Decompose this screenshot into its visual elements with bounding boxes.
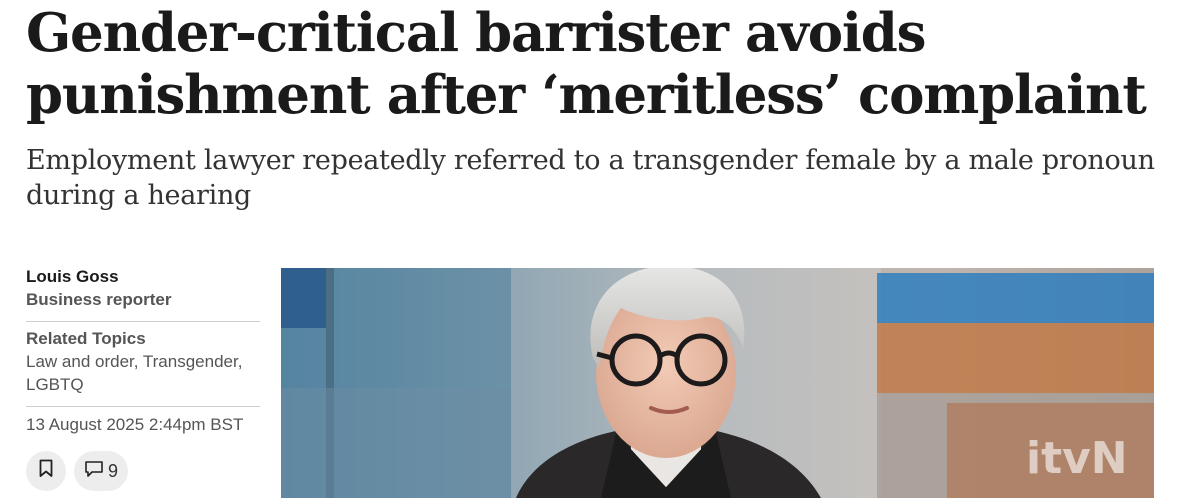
related-topics-links[interactable]: Law and order, Transgender, LGBTQ [26,350,260,396]
related-topics-title: Related Topics [26,329,146,348]
bookmark-icon [39,459,53,483]
article-actions: 9 [26,451,128,491]
comments-count: 9 [107,460,118,481]
bookmark-button[interactable] [26,451,66,491]
publish-date: 13 August 2025 2:44pm BST [26,415,244,434]
article-meta-sidebar: Louis Goss Business reporter Related Top… [26,265,260,437]
comments-button[interactable]: 9 [74,451,128,491]
meta-divider [26,406,260,407]
standfirst: Employment lawyer repeatedly referred to… [26,145,1155,211]
tv-watermark-logo: itvN [1026,433,1128,484]
headline: Gender-critical barrister avoids punishm… [26,2,1147,126]
meta-divider [26,321,260,322]
article-hero-image: itvN [281,268,1154,498]
comment-icon [84,460,104,483]
author-name[interactable]: Louis Goss [26,265,260,289]
author-role: Business reporter [26,290,172,309]
